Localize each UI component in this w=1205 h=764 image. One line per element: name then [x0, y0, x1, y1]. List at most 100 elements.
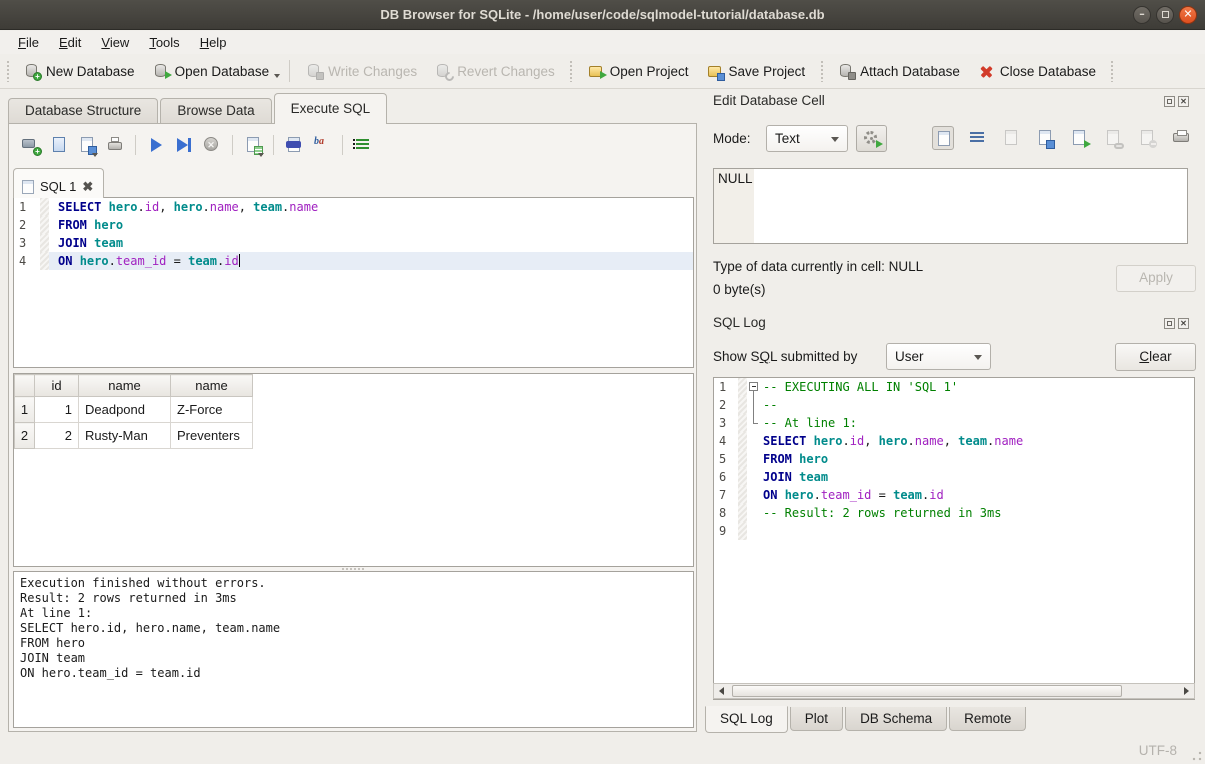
attach-database-button[interactable]: Attach Database	[829, 59, 969, 84]
find-icon[interactable]	[284, 135, 304, 155]
tab-browse-data[interactable]: Browse Data	[160, 98, 271, 124]
column-header-id[interactable]: id	[35, 375, 79, 397]
resize-grip[interactable]	[1192, 751, 1202, 761]
set-null-icon[interactable]	[1136, 126, 1158, 150]
close-panel-icon[interactable]: ✕	[1178, 318, 1189, 329]
corner-header[interactable]	[15, 375, 35, 397]
table-cell[interactable]: Rusty-Man	[79, 423, 171, 449]
open-tab-icon[interactable]: +	[21, 135, 41, 155]
write-changes-button[interactable]: Write Changes	[297, 59, 426, 84]
export-file-icon[interactable]	[1068, 126, 1090, 150]
table-cell[interactable]: Deadpond	[79, 397, 171, 423]
log-filter-combobox[interactable]: User	[886, 343, 991, 370]
mode-value: Text	[775, 131, 800, 146]
float-panel-icon[interactable]	[1164, 96, 1175, 107]
results-table: idnamename11DeadpondZ-Force22Rusty-ManPr…	[14, 374, 253, 449]
open-database-button[interactable]: Open Database	[144, 59, 279, 84]
execute-all-icon[interactable]	[146, 135, 166, 155]
sql-doc-tab-label: SQL 1	[40, 179, 76, 194]
write-changes-icon	[306, 63, 323, 80]
clear-button[interactable]: Clear	[1115, 343, 1196, 371]
tab-sql-1[interactable]: SQL 1 ✖	[13, 168, 104, 198]
log-line: 6JOIN team	[714, 468, 1194, 486]
tab-database-structure[interactable]: Database Structure	[8, 98, 158, 124]
import-mode-button[interactable]	[856, 125, 887, 152]
fold-column	[747, 486, 761, 504]
format-sql-icon[interactable]	[353, 135, 373, 155]
gutter-separator	[738, 378, 747, 396]
dropdown-arrow-icon[interactable]	[274, 74, 280, 78]
new-database-button[interactable]: +New Database	[15, 59, 144, 84]
column-header-name[interactable]: name	[171, 375, 253, 397]
minimize-icon[interactable]: –	[1133, 6, 1151, 24]
menu-tools[interactable]: Tools	[139, 33, 189, 52]
print-cell-icon[interactable]	[1170, 126, 1192, 150]
toolbar-handle[interactable]	[1110, 60, 1115, 82]
cell-value-editor[interactable]: NULL	[713, 168, 1188, 244]
close-icon[interactable]: ✕	[1179, 6, 1197, 24]
tab-close-icon[interactable]: ✖	[82, 181, 93, 193]
sql-editor[interactable]: 1SELECT hero.id, hero.name, team.name2FR…	[13, 197, 694, 368]
import-file-icon[interactable]	[1000, 126, 1022, 150]
menu-edit[interactable]: Edit	[49, 33, 91, 52]
table-cell[interactable]: Preventers	[171, 423, 253, 449]
column-header-name[interactable]: name	[79, 375, 171, 397]
save-sql-file-icon[interactable]	[77, 135, 97, 155]
mode-combobox[interactable]: Text	[766, 125, 848, 152]
print-icon[interactable]	[105, 135, 125, 155]
execution-message-area[interactable]: Execution finished without errors. Resul…	[13, 571, 694, 728]
menu-file[interactable]: File	[8, 33, 49, 52]
log-filter-label: Show SQL submitted by	[713, 349, 857, 364]
toolbar-separator	[232, 135, 233, 155]
scroll-right-icon[interactable]	[1178, 684, 1194, 698]
encoding-indicator[interactable]: UTF-8	[1139, 743, 1177, 758]
text-mode-icon[interactable]	[932, 126, 954, 150]
results-grid[interactable]: idnamename11DeadpondZ-Force22Rusty-ManPr…	[13, 373, 694, 567]
editor-line: 2FROM hero	[14, 216, 693, 234]
scrollbar-thumb[interactable]	[732, 685, 1122, 697]
menu-help[interactable]: Help	[190, 33, 237, 52]
dock-tab-db-schema[interactable]: DB Schema	[845, 707, 947, 731]
fold-column[interactable]	[747, 378, 761, 396]
title-bar[interactable]: DB Browser for SQLite - /home/user/code/…	[0, 0, 1205, 30]
toolbar-handle[interactable]	[569, 60, 574, 82]
log-horizontal-scrollbar[interactable]	[713, 683, 1195, 699]
table-cell[interactable]: 2	[35, 423, 79, 449]
save-project-button[interactable]: Save Project	[698, 59, 815, 84]
save-results-icon[interactable]	[243, 135, 263, 155]
link-cell-icon[interactable]	[1102, 126, 1124, 150]
table-row: 11DeadpondZ-Force	[15, 397, 253, 423]
open-project-button[interactable]: Open Project	[579, 59, 698, 84]
open-sql-file-icon[interactable]	[49, 135, 69, 155]
row-header[interactable]: 2	[15, 423, 35, 449]
word-wrap-icon[interactable]	[966, 126, 988, 150]
float-panel-icon[interactable]	[1164, 318, 1175, 329]
maximize-icon[interactable]	[1156, 6, 1174, 24]
table-cell[interactable]: Z-Force	[171, 397, 253, 423]
close-panel-icon[interactable]: ✕	[1178, 96, 1189, 107]
tab-execute-sql[interactable]: Execute SQL	[274, 93, 388, 124]
log-line: 1-- EXECUTING ALL IN 'SQL 1'	[714, 378, 1194, 396]
stop-icon[interactable]: ✕	[202, 135, 222, 155]
dock-tab-remote[interactable]: Remote	[949, 707, 1026, 731]
green-arrow-icon	[876, 140, 883, 148]
panel-splitter[interactable]	[698, 123, 704, 732]
log-line-text: SELECT hero.id, hero.name, team.name	[761, 432, 1023, 450]
sql-log-view[interactable]: 1-- EXECUTING ALL IN 'SQL 1'2--3-- At li…	[713, 377, 1195, 700]
toolbar-handle[interactable]	[5, 60, 10, 82]
find-replace-icon[interactable]: ba	[312, 135, 332, 155]
close-database-button[interactable]: Close Database	[969, 59, 1105, 84]
fold-collapse-icon[interactable]	[749, 382, 758, 391]
execute-line-icon[interactable]	[174, 135, 194, 155]
dock-tab-plot[interactable]: Plot	[790, 707, 843, 731]
menu-view[interactable]: View	[91, 33, 139, 52]
apply-button[interactable]: Apply	[1116, 265, 1196, 292]
save-file-icon[interactable]	[1034, 126, 1056, 150]
editor-line-text: SELECT hero.id, hero.name, team.name	[49, 198, 318, 216]
table-cell[interactable]: 1	[35, 397, 79, 423]
row-header[interactable]: 1	[15, 397, 35, 423]
dock-tab-sql-log[interactable]: SQL Log	[705, 706, 788, 733]
toolbar-handle[interactable]	[819, 60, 824, 82]
revert-changes-button[interactable]: Revert Changes	[426, 59, 564, 84]
scroll-left-icon[interactable]	[714, 684, 730, 698]
